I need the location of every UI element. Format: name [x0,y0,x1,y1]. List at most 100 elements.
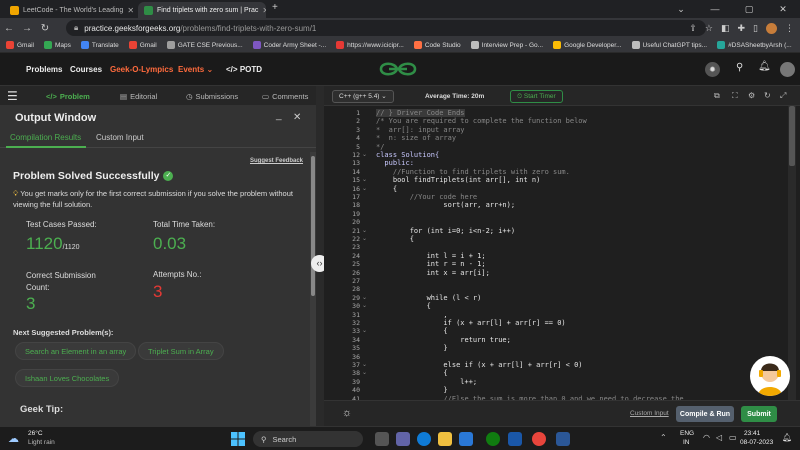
code-line[interactable]: while (l < r) [376,294,482,302]
bookmark-star-icon[interactable]: ☆ [705,23,713,34]
taskbar-search[interactable]: ⚲ Search [253,431,363,447]
code-line[interactable]: { [376,302,431,310]
fold-chevron-icon[interactable]: ⌄ [362,361,367,368]
share-icon[interactable]: ⇪ [689,23,697,34]
url-bar[interactable]: 🔒︎ practice.geeksforgeeks.org/problems/f… [66,20,706,36]
custom-input-link[interactable]: Custom Input [630,410,669,417]
suggested-problem-chip[interactable]: Ishaan Loves Chocolates [15,369,120,387]
code-line[interactable]: l++; [376,378,477,386]
fold-chevron-icon[interactable]: ⌄ [362,369,367,376]
close-window-icon[interactable]: ✕ [766,0,800,18]
code-line[interactable]: if (x + arr[l] + arr[r] == 0) [376,319,565,327]
menu-kebab-icon[interactable]: ⋮ [785,23,794,34]
code-line[interactable]: int l = i + 1; [376,252,486,260]
close-tab-icon[interactable]: ✕ [262,6,266,15]
volume-icon[interactable]: ◁ [716,433,722,442]
reset-icon[interactable]: ↻ [764,91,771,100]
code-line[interactable]: { [376,185,397,193]
search-icon[interactable]: ⚲ [736,62,743,73]
fold-chevron-icon[interactable]: ⌄ [362,235,367,242]
browser-tab-gfg[interactable]: Find triplets with zero sum | Prac ✕ [138,2,266,18]
bookmark-item[interactable]: #DSASheetbyArsh (... [717,41,792,49]
language-select[interactable]: C++ (g++ 5.4) ⌄ [332,90,394,103]
bookmark-item[interactable]: https://www.icicipr... [336,41,404,49]
copy-icon[interactable]: ⧉ [714,91,720,101]
windows-start-icon[interactable] [231,432,245,446]
sidepanel-icon[interactable]: ▯ [753,23,758,34]
fold-chevron-icon[interactable]: ⌄ [362,294,367,301]
tab-custom-input[interactable]: Custom Input [96,133,144,142]
new-tab-icon[interactable]: + [272,2,278,13]
input-language[interactable]: ENG [680,430,694,437]
close-tab-icon[interactable]: ✕ [127,6,134,15]
gfg-logo-icon[interactable] [378,59,418,79]
minimize-icon[interactable]: — [698,0,732,18]
forward-icon[interactable]: → [18,23,36,34]
theme-toggle-icon[interactable]: ✹ [705,62,720,77]
code-line[interactable]: return true; [376,336,511,344]
code-line[interactable]: /* You are required to complete the func… [376,117,587,125]
code-line[interactable]: //Your code here [376,193,477,201]
code-line[interactable]: sort(arr, arr+n); [376,201,515,209]
bookmark-item[interactable]: Gmail [6,41,34,49]
hamburger-menu-icon[interactable]: ☰ [7,89,18,103]
fullscreen-icon[interactable]: ⛶ [732,91,738,101]
chrome-icon[interactable] [532,432,546,446]
nav-courses[interactable]: Courses [70,65,102,74]
code-line[interactable]: for (int i=0; i<n-2; i++) [376,227,515,235]
reload-icon[interactable]: ↻ [36,23,54,34]
store-icon[interactable] [508,432,522,446]
code-line[interactable]: } [376,386,447,394]
bookmark-item[interactable]: GATE CSE Previous... [166,41,243,49]
back-icon[interactable]: ← [0,23,18,34]
code-line[interactable]: } [376,344,447,352]
browser-tab-leetcode[interactable]: LeetCode - The World's Leading ✕ [4,2,134,18]
edge-icon[interactable] [417,432,431,446]
input-region[interactable]: IN [683,439,690,446]
scrollbar-thumb[interactable] [311,156,315,296]
nav-problems[interactable]: Problems [26,65,62,74]
bookmark-item[interactable]: Coder Army Sheet -... [252,41,326,49]
code-line[interactable]: //Function to find triplets with zero su… [376,168,570,176]
bookmark-item[interactable]: Google Developer... [553,41,622,49]
code-line[interactable]: int x = arr[i]; [376,269,490,277]
wifi-icon[interactable]: ◠ [703,433,710,442]
clock-time[interactable]: 23:41 [744,430,760,437]
fold-chevron-icon[interactable]: ⌄ [362,151,367,158]
bell-icon[interactable]: 🔔︎ [758,61,771,72]
bookmark-item[interactable]: Interview Prep - Go... [470,41,543,49]
chevron-up-icon[interactable]: ⌃ [660,433,667,442]
user-avatar[interactable] [780,62,795,77]
fold-chevron-icon[interactable]: ⌄ [362,327,367,334]
notifications-icon[interactable]: 🔔︎ [782,433,792,442]
suggested-problem-chip[interactable]: Triplet Sum in Array [138,342,224,360]
fold-chevron-icon[interactable]: ⌄ [362,302,367,309]
assistant-avatar[interactable] [750,356,790,396]
chevron-down-icon[interactable]: ⌄ [664,0,698,18]
bookmark-item[interactable]: Useful ChatGPT tips... [631,41,707,49]
bookmark-item[interactable]: Gmail [128,41,157,49]
fold-chevron-icon[interactable]: ⌄ [362,176,367,183]
app-icon[interactable] [556,432,570,446]
nav-geek-o-lympics[interactable]: Geek-O-Lympics [110,65,173,74]
extension-icon[interactable]: ◧ [721,23,730,34]
battery-icon[interactable]: ▭ [729,433,737,442]
code-line[interactable]: public: [376,159,414,167]
editor-scrollbar[interactable] [788,106,796,400]
suggest-feedback-link[interactable]: Suggest Feedback [250,158,303,164]
code-line[interactable]: else if (x + arr[l] + arr[r] < 0) [376,361,582,369]
file-explorer-icon[interactable] [438,432,452,446]
tab-problem[interactable]: </> Problem [46,92,90,101]
code-line[interactable]: bool findTriplets(int arr[], int n) [376,176,541,184]
code-line[interactable]: */ [376,143,384,151]
start-timer-button[interactable]: ⏲︎ Start Timer [510,90,563,103]
tab-submissions[interactable]: ◷ Submissions [186,92,238,101]
code-line[interactable]: * arr[]: input array [376,126,465,134]
nav-events[interactable]: Events ⌄ [178,65,213,74]
code-line[interactable]: { [376,235,414,243]
bookmark-item[interactable]: Translate [80,41,119,49]
compile-run-button[interactable]: Compile & Run [676,406,734,422]
code-line[interactable]: { [376,327,447,335]
vscode-icon[interactable] [459,432,473,446]
task-view-icon[interactable] [375,432,389,446]
